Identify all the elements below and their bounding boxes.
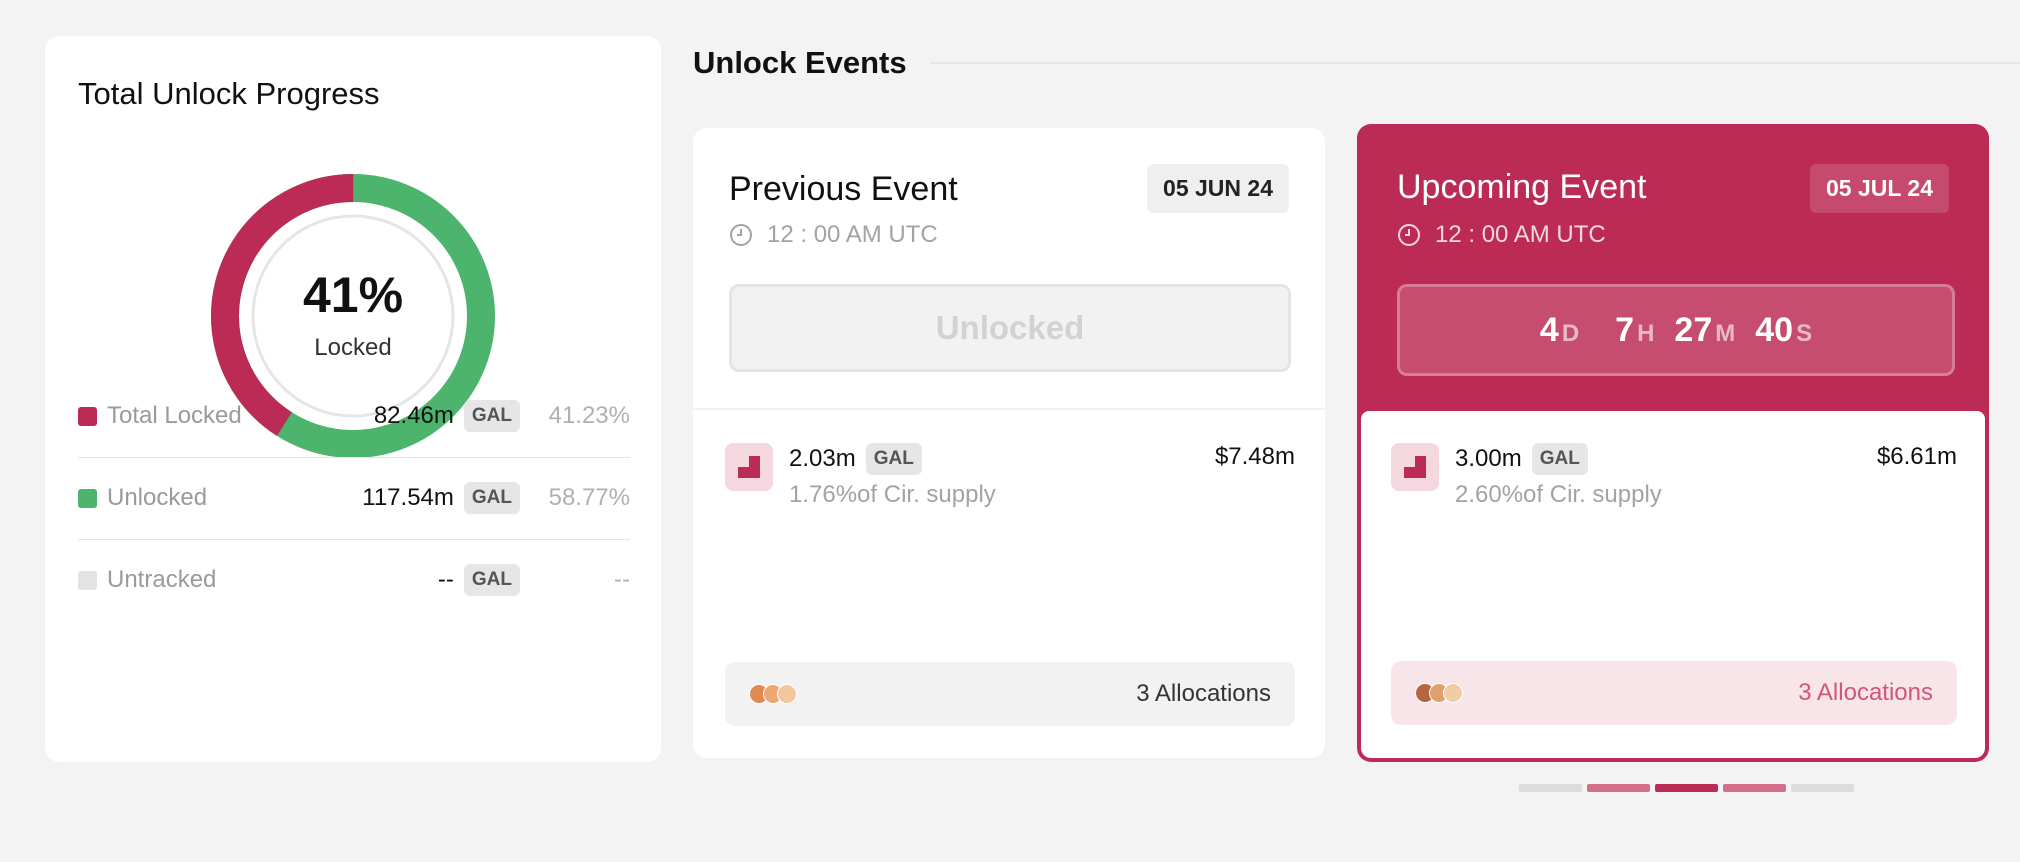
upcoming-event-card[interactable]: Upcoming Event 05 JUL 24 12 : 00 AM UTC … [1357,124,1989,762]
token-usd-value: $7.48m [1214,443,1295,470]
event-pagination [1519,784,1854,792]
legend-amount: 117.54m [362,484,454,511]
token-amount-value: 2.03m [789,445,856,472]
progress-title: Total Unlock Progress [78,76,380,111]
token-tag: GAL [463,564,520,596]
pager-dot-active[interactable] [1655,784,1718,792]
pager-dot[interactable] [1723,784,1786,792]
token-supply-percent: 2.60%of Cir. supply [1455,481,1662,508]
clock-icon [1398,224,1420,246]
legend-amount: 82.46m [373,402,454,429]
clock-icon [730,224,752,246]
card-divider [693,408,1325,410]
token-unlock-row: 2.03m GAL 1.76%of Cir. supply $7.48m [725,441,1295,511]
token-logo-icon [725,443,773,491]
locked-percent: 41% [302,267,404,323]
legend-amount: -- [437,566,454,593]
token-usd-value: $6.61m [1876,443,1957,470]
event-time: 12 : 00 AM UTC [729,221,938,249]
event-date-chip: 05 JUL 24 [1810,164,1949,213]
pager-dot[interactable] [1519,784,1582,792]
legend-swatch-untracked [78,570,97,590]
token-supply-percent: 1.76%of Cir. supply [789,481,996,508]
event-time-text: 12 : 00 AM UTC [767,221,938,248]
allocation-dots-icon [1415,683,1465,703]
legend-label: Unlocked [107,484,208,511]
legend-percent: -- [614,566,630,593]
legend-label: Untracked [107,566,217,593]
token-logo-icon [1391,443,1439,491]
legend-label: Total Locked [107,402,242,429]
token-amount: 2.03m GAL [789,443,922,475]
legend-row-unlocked: Unlocked 117.54m GAL 58.77% [78,457,630,540]
legend-percent: 41.23% [548,402,630,429]
allocation-dots-icon [749,684,799,704]
countdown-minutes: 27 M [1674,310,1736,349]
unlocked-status-button[interactable]: Unlocked [729,284,1291,372]
token-tag: GAL [463,400,520,432]
event-time-text: 12 : 00 AM UTC [1435,221,1606,248]
token-amount-value: 3.00m [1455,445,1522,472]
event-title: Previous Event [729,170,958,208]
countdown-days: 4D [1539,310,1580,349]
legend-row-untracked: Untracked -- GAL -- [78,539,630,621]
event-date-chip: 05 JUN 24 [1147,164,1289,213]
pager-dot[interactable] [1587,784,1650,792]
token-unlock-row: 3.00m GAL 2.60%of Cir. supply $6.61m [1391,441,1957,511]
section-divider [930,62,2020,64]
token-tag: GAL [1531,443,1588,475]
total-unlock-progress-card: Total Unlock Progress 41% Locked Total L… [45,36,661,762]
token-tag: GAL [865,443,922,475]
legend-swatch-locked [78,406,97,426]
allocations-label: 3 Allocations [1798,679,1933,706]
allocations-label: 3 Allocations [1136,680,1271,707]
pager-dot[interactable] [1791,784,1854,792]
countdown-seconds: 40 S [1755,310,1813,349]
allocations-button[interactable]: 3 Allocations [725,662,1295,726]
previous-event-card[interactable]: Previous Event 05 JUN 24 12 : 00 AM UTC … [693,128,1325,758]
locked-caption: Locked [314,334,392,361]
legend-row-total-locked: Total Locked 82.46m GAL 41.23% [78,375,630,458]
token-amount: 3.00m GAL [1455,443,1588,475]
countdown-hours: 7H [1615,310,1655,349]
allocations-button[interactable]: 3 Allocations [1391,661,1957,725]
event-title: Upcoming Event [1397,168,1647,206]
countdown-timer: 4D 7H 27 M 40 S [1397,284,1955,376]
event-time: 12 : 00 AM UTC [1397,221,1606,249]
unlock-events-title: Unlock Events [693,45,907,80]
token-tag: GAL [463,482,520,514]
legend-percent: 58.77% [548,484,630,511]
legend-swatch-unlocked [78,488,97,508]
upcoming-event-details: 3.00m GAL 2.60%of Cir. supply $6.61m 3 A… [1361,411,1985,758]
